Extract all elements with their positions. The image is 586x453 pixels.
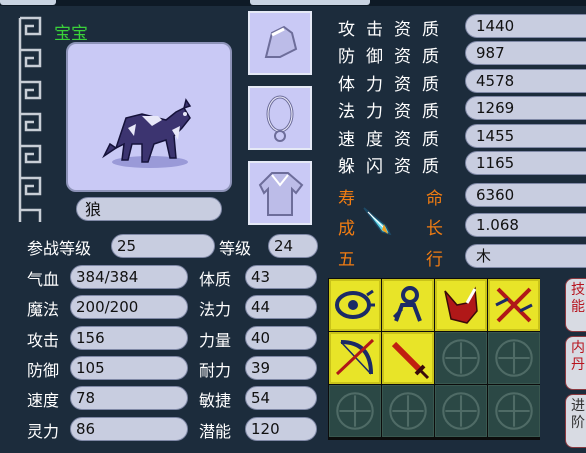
stamina-aptitude-value: 4578 <box>465 69 586 93</box>
equip-slot-armor[interactable] <box>248 161 312 225</box>
dodge-aptitude-label: 躲闪资质 <box>338 157 450 177</box>
equip-slot-necklace[interactable] <box>248 86 312 150</box>
level-label: 等级 <box>219 239 252 258</box>
skill-slot-5[interactable] <box>329 332 381 384</box>
eye-icon <box>335 289 375 319</box>
hp-value: 384/384 <box>70 265 188 289</box>
magic-power-label: 法力 <box>199 300 232 319</box>
armor-icon <box>258 172 304 216</box>
magic-power-value: 44 <box>245 295 317 319</box>
empty-slot-icon <box>389 392 427 430</box>
top-tab-left[interactable] <box>0 0 56 5</box>
skill-grid <box>328 278 540 440</box>
defense-label: 防御 <box>27 361 60 380</box>
skill-slot-9[interactable] <box>329 385 381 437</box>
speed-aptitude-value: 1455 <box>465 124 586 148</box>
growth-label-1: 成 <box>338 219 355 239</box>
empty-slot-icon <box>442 392 480 430</box>
battle-level-value: 25 <box>111 234 215 258</box>
potential-label: 潜能 <box>199 422 232 441</box>
potential-value: 120 <box>245 417 317 441</box>
greek-key-border <box>18 16 42 222</box>
speed-value: 78 <box>70 386 188 410</box>
lifespan-label-2: 命 <box>426 189 443 209</box>
spirit-label: 灵力 <box>27 422 60 441</box>
empty-slot-icon <box>442 339 480 377</box>
spirit-value: 86 <box>70 417 188 441</box>
bow-icon <box>335 338 375 376</box>
battle-level-label: 参战等级 <box>27 239 92 258</box>
skill-slot-7[interactable] <box>435 332 487 384</box>
skill-slot-10[interactable] <box>382 385 434 437</box>
defense-value: 105 <box>70 356 188 380</box>
speed-aptitude-label: 速度资质 <box>338 130 450 150</box>
attack-aptitude-value: 1440 <box>465 14 586 38</box>
constitution-label: 体质 <box>199 270 232 289</box>
constitution-value: 43 <box>245 265 317 289</box>
skill-slot-1[interactable] <box>329 279 381 331</box>
attack-label: 攻击 <box>27 331 60 350</box>
necklace-icon <box>266 95 294 142</box>
pet-name-field[interactable]: 狼 <box>76 197 222 221</box>
skill-slot-4[interactable] <box>488 279 540 331</box>
skill-slot-6[interactable] <box>382 332 434 384</box>
skill-slot-12[interactable] <box>488 385 540 437</box>
element-label-1: 五 <box>338 250 355 270</box>
feather-cursor-icon <box>363 207 392 236</box>
skill-slot-11[interactable] <box>435 385 487 437</box>
stamina-aptitude-label: 体力资质 <box>338 75 450 95</box>
skill-slot-8[interactable] <box>488 332 540 384</box>
tab-inner-pill[interactable]: 内丹 <box>565 336 586 390</box>
endurance-label: 耐力 <box>199 361 232 380</box>
pet-header-label: 宝宝 <box>54 24 88 44</box>
shield-claw-icon <box>444 286 478 324</box>
empty-slot-icon <box>495 339 533 377</box>
helmet-icon <box>264 25 298 58</box>
growth-label-2: 长 <box>426 219 443 239</box>
strength-value: 40 <box>245 326 317 350</box>
crossed-swords-icon <box>495 287 533 323</box>
pet-portrait <box>66 42 232 192</box>
dodge-aptitude-value: 1165 <box>465 151 586 175</box>
agility-label: 敏捷 <box>199 391 232 410</box>
skill-slot-3[interactable] <box>435 279 487 331</box>
element-value: 木 <box>465 244 586 268</box>
element-label-2: 行 <box>426 250 443 270</box>
strength-label: 力量 <box>199 331 232 350</box>
defense-aptitude-value: 987 <box>465 41 586 65</box>
mp-label: 魔法 <box>27 300 60 319</box>
skill-slot-2[interactable] <box>382 279 434 331</box>
defense-aptitude-label: 防御资质 <box>338 47 450 67</box>
empty-slot-icon <box>336 392 374 430</box>
hp-label: 气血 <box>27 270 60 289</box>
sword-icon <box>391 341 430 380</box>
attack-aptitude-label: 攻击资质 <box>338 20 450 40</box>
endurance-value: 39 <box>245 356 317 380</box>
tab-skills[interactable]: 技能 <box>565 278 586 332</box>
equip-slot-helmet[interactable] <box>248 11 312 75</box>
wolf-sprite-icon <box>102 98 192 168</box>
figure-icon <box>392 286 422 322</box>
tab-advance[interactable]: 进阶 <box>565 394 586 448</box>
attack-value: 156 <box>70 326 188 350</box>
growth-value: 1.068 <box>465 213 586 237</box>
empty-slot-icon <box>495 392 533 430</box>
mp-value: 200/200 <box>70 295 188 319</box>
level-value: 24 <box>268 234 318 258</box>
top-tab-center[interactable] <box>250 0 370 5</box>
magic-aptitude-label: 法力资质 <box>338 102 450 122</box>
magic-aptitude-value: 1269 <box>465 96 586 120</box>
agility-value: 54 <box>245 386 317 410</box>
lifespan-label-1: 寿 <box>338 189 355 209</box>
lifespan-value: 6360 <box>465 183 586 207</box>
speed-label: 速度 <box>27 391 60 410</box>
